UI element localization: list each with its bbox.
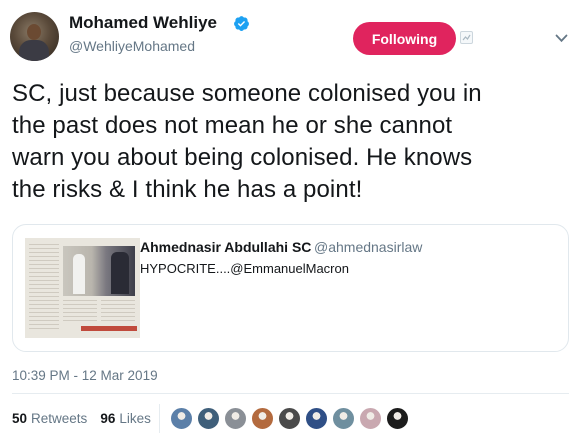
avatar-head xyxy=(27,24,41,40)
liker-avatar[interactable] xyxy=(305,407,328,430)
likes-label[interactable]: Likes xyxy=(119,411,151,426)
notifications-icon[interactable] xyxy=(460,31,473,44)
tweet-stats: 50 Retweets 96 Likes xyxy=(12,411,151,426)
verified-badge-icon xyxy=(234,16,249,31)
quoted-tweet-text: HYPOCRITE....@EmmanuelMacron xyxy=(140,261,349,276)
quoted-author-name: Ahmednasir Abdullahi SC xyxy=(140,239,312,255)
retweets-label[interactable]: Retweets xyxy=(31,411,87,426)
liker-avatar[interactable] xyxy=(251,407,274,430)
chevron-down-icon[interactable] xyxy=(555,34,568,43)
liker-avatar[interactable] xyxy=(359,407,382,430)
liker-avatar[interactable] xyxy=(197,407,220,430)
quoted-author-handle: @ahmednasirlaw xyxy=(314,239,423,255)
author-avatar[interactable] xyxy=(10,12,59,61)
retweets-count[interactable]: 50 xyxy=(12,411,27,426)
author-display-name[interactable]: Mohamed Wehliye xyxy=(69,13,217,33)
author-handle[interactable]: @WehliyeMohamed xyxy=(69,38,195,54)
likes-count[interactable]: 96 xyxy=(100,411,115,426)
liker-avatar[interactable] xyxy=(224,407,247,430)
liker-avatar[interactable] xyxy=(170,407,193,430)
divider xyxy=(12,393,569,394)
liker-avatar[interactable] xyxy=(278,407,301,430)
quoted-tweet-image xyxy=(25,238,140,338)
stats-separator xyxy=(159,404,160,433)
following-button[interactable]: Following xyxy=(353,22,456,55)
likers-avatars xyxy=(170,407,430,431)
tweet-timestamp[interactable]: 10:39 PM - 12 Mar 2019 xyxy=(12,368,158,383)
tweet-text: SC, just because someone colonised you i… xyxy=(12,80,482,203)
liker-avatar[interactable] xyxy=(386,407,409,430)
liker-avatar[interactable] xyxy=(332,407,355,430)
avatar-body xyxy=(19,40,49,61)
quoted-tweet-card[interactable]: Ahmednasir Abdullahi SC @ahmednasirlaw H… xyxy=(12,224,569,352)
